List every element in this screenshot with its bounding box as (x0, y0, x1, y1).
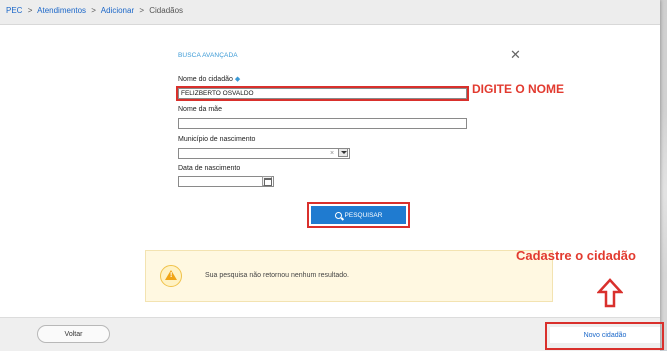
search-icon (334, 211, 342, 219)
alert-text: Sua pesquisa não retornou nenhum resulta… (205, 272, 349, 279)
warning-icon (160, 265, 182, 287)
nome-label: Nome do cidadão ◆ (178, 75, 240, 83)
chevron-down-icon[interactable] (338, 148, 348, 157)
annotation-highlight-nome (176, 86, 469, 101)
app-window: PEC > Atendimentos > Adicionar > Cidadão… (0, 0, 664, 351)
municipio-select[interactable] (178, 148, 350, 159)
data-nascimento-label: Data de nascimento (178, 165, 241, 172)
breadcrumb: PEC > Atendimentos > Adicionar > Cidadão… (6, 6, 183, 15)
voltar-button[interactable]: Voltar (37, 325, 110, 343)
annotation-cadastre: Cadastre o cidadão (516, 248, 636, 263)
breadcrumb-separator: > (27, 6, 33, 15)
calendar-icon[interactable] (262, 176, 272, 186)
breadcrumb-separator: > (139, 6, 145, 15)
pesquisar-label: PESQUISAR (344, 211, 383, 219)
close-icon[interactable]: ✕ (510, 48, 521, 61)
nome-label-text: Nome do cidadão (178, 76, 233, 83)
breadcrumb-separator: > (91, 6, 96, 15)
nome-mae-label: Nome da mãe (178, 106, 222, 113)
annotation-digite-nome: DIGITE O NOME (472, 82, 565, 96)
pesquisar-button[interactable]: PESQUISAR (311, 206, 406, 224)
no-results-alert: Sua pesquisa não retornou nenhum resulta… (145, 250, 553, 302)
nome-mae-input[interactable] (178, 118, 467, 129)
municipio-label: Município de nascimento (178, 136, 256, 143)
panel-title: BUSCA AVANÇADA (178, 52, 238, 59)
clear-icon[interactable]: × (330, 150, 334, 157)
breadcrumb-current: Cidadãos (149, 6, 184, 15)
arrow-up-icon (597, 278, 623, 308)
top-bar: PEC > Atendimentos > Adicionar > Cidadão… (0, 0, 660, 25)
required-marker-icon: ◆ (234, 76, 241, 83)
breadcrumb-link-adicionar[interactable]: Adicionar (101, 6, 134, 15)
breadcrumb-link-pec[interactable]: PEC (6, 6, 22, 15)
breadcrumb-link-atendimentos[interactable]: Atendimentos (37, 6, 86, 15)
novo-cidadao-button[interactable]: Novo cidadão (550, 327, 660, 343)
data-nascimento-input[interactable] (178, 176, 274, 187)
